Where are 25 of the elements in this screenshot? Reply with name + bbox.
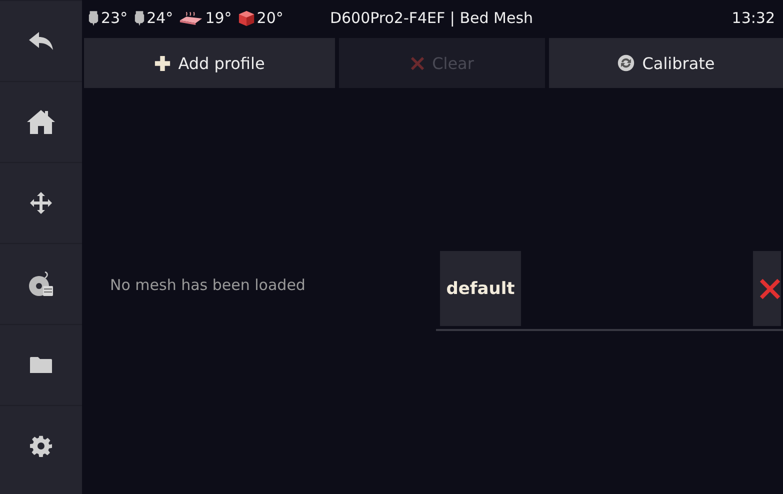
window-title: D600Pro2-F4EF | Bed Mesh bbox=[330, 9, 534, 27]
move-arrows-icon bbox=[29, 191, 53, 215]
toolbar-button[interactable]: Calibrate bbox=[549, 38, 783, 88]
filament-spool-icon bbox=[28, 271, 54, 297]
nozzle-icon bbox=[88, 10, 99, 26]
heated-bed-icon bbox=[179, 10, 204, 26]
nozzle-icon bbox=[134, 10, 145, 26]
profile-button[interactable]: default bbox=[440, 251, 521, 326]
empty-message: No mesh has been loaded bbox=[110, 276, 306, 294]
temperature-reading: 20° bbox=[256, 9, 284, 27]
toolbar-button[interactable]: Add profile bbox=[84, 38, 335, 88]
plus-icon bbox=[154, 54, 172, 72]
folder-icon bbox=[29, 356, 53, 374]
clock-time: 13:32 bbox=[732, 9, 776, 27]
home-icon bbox=[26, 109, 56, 135]
cross-icon bbox=[759, 278, 781, 300]
temperature-reading: 19° bbox=[205, 9, 232, 27]
back-arrow-icon bbox=[28, 31, 54, 51]
cross-icon bbox=[410, 56, 426, 70]
circular-arrows-icon bbox=[617, 54, 636, 72]
cube-icon bbox=[238, 10, 255, 26]
temperature-reading: 24° bbox=[146, 9, 174, 27]
delete-button[interactable] bbox=[753, 251, 781, 326]
settings-gear-icon bbox=[30, 435, 52, 457]
temperature-reading: 23° bbox=[101, 9, 128, 27]
